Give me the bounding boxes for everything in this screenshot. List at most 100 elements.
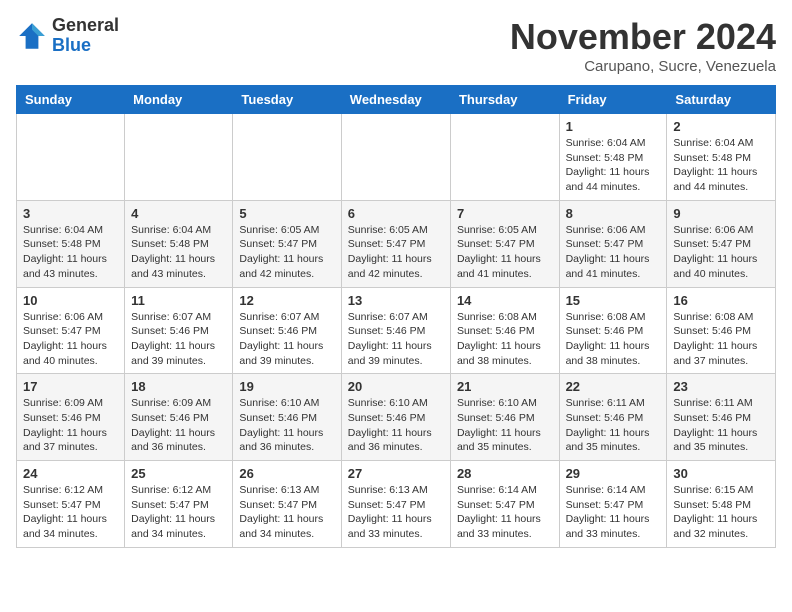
location: Carupano, Sucre, Venezuela bbox=[510, 58, 776, 75]
day-number: 5 bbox=[239, 206, 334, 221]
day-number: 7 bbox=[457, 206, 553, 221]
day-info: Sunrise: 6:06 AM Sunset: 5:47 PM Dayligh… bbox=[673, 223, 769, 282]
calendar-cell: 21Sunrise: 6:10 AM Sunset: 5:46 PM Dayli… bbox=[450, 374, 559, 461]
day-info: Sunrise: 6:09 AM Sunset: 5:46 PM Dayligh… bbox=[131, 396, 226, 455]
day-number: 26 bbox=[239, 466, 334, 481]
day-number: 18 bbox=[131, 379, 226, 394]
day-info: Sunrise: 6:10 AM Sunset: 5:46 PM Dayligh… bbox=[239, 396, 334, 455]
day-info: Sunrise: 6:06 AM Sunset: 5:47 PM Dayligh… bbox=[566, 223, 661, 282]
calendar-cell: 17 Sunrise: 6:09 AM Sunset: 5:46 PM Dayli… bbox=[17, 374, 125, 461]
calendar-cell: 7 Sunrise: 6:05 AM Sunset: 5:47 PM Daylig… bbox=[450, 200, 559, 287]
day-info: Sunrise: 6:12 AM Sunset: 5:47 PM Dayligh… bbox=[131, 483, 226, 542]
day-number: 9 bbox=[673, 206, 769, 221]
calendar-cell: 24Sunrise: 6:12 AM Sunset: 5:47 PM Dayli… bbox=[17, 461, 125, 548]
calendar-cell: 13 Sunrise: 6:07 AM Sunset: 5:46 PM Dayli… bbox=[341, 287, 450, 374]
calendar-cell: 10 Sunrise: 6:06 AM Sunset: 5:47 PM Dayli… bbox=[17, 287, 125, 374]
day-number: 14 bbox=[457, 293, 553, 308]
day-number: 19 bbox=[239, 379, 334, 394]
day-number: 25 bbox=[131, 466, 226, 481]
day-info: Sunrise: 6:06 AM Sunset: 5:47 PM Dayligh… bbox=[23, 310, 118, 369]
day-info: Sunrise: 6:15 AM Sunset: 5:48 PM Dayligh… bbox=[673, 483, 769, 542]
day-info: Sunrise: 6:08 AM Sunset: 5:46 PM Dayligh… bbox=[673, 310, 769, 369]
logo: General Blue bbox=[16, 16, 119, 56]
day-number: 29 bbox=[566, 466, 661, 481]
weekday-header: Saturday bbox=[667, 86, 776, 114]
day-info: Sunrise: 6:04 AM Sunset: 5:48 PM Dayligh… bbox=[23, 223, 118, 282]
weekday-header: Friday bbox=[559, 86, 667, 114]
day-number: 10 bbox=[23, 293, 118, 308]
day-info: Sunrise: 6:12 AM Sunset: 5:47 PM Dayligh… bbox=[23, 483, 118, 542]
day-info: Sunrise: 6:11 AM Sunset: 5:46 PM Dayligh… bbox=[673, 396, 769, 455]
calendar-body: 1 Sunrise: 6:04 AM Sunset: 5:48 PM Daylig… bbox=[17, 114, 776, 548]
day-number: 6 bbox=[348, 206, 444, 221]
calendar-cell: 1 Sunrise: 6:04 AM Sunset: 5:48 PM Daylig… bbox=[559, 114, 667, 201]
calendar-cell: 5 Sunrise: 6:05 AM Sunset: 5:47 PM Daylig… bbox=[233, 200, 341, 287]
calendar-table: SundayMondayTuesdayWednesdayThursdayFrid… bbox=[16, 85, 776, 548]
day-info: Sunrise: 6:13 AM Sunset: 5:47 PM Dayligh… bbox=[348, 483, 444, 542]
weekday-header: Sunday bbox=[17, 86, 125, 114]
calendar-cell: 18 Sunrise: 6:09 AM Sunset: 5:46 PM Dayli… bbox=[125, 374, 233, 461]
day-info: Sunrise: 6:05 AM Sunset: 5:47 PM Dayligh… bbox=[457, 223, 553, 282]
page-header: General Blue November 2024 Carupano, Suc… bbox=[16, 16, 776, 75]
month-title: November 2024 bbox=[510, 16, 776, 58]
calendar-cell: 19 Sunrise: 6:10 AM Sunset: 5:46 PM Dayli… bbox=[233, 374, 341, 461]
calendar-cell: 26 Sunrise: 6:13 AM Sunset: 5:47 PM Dayli… bbox=[233, 461, 341, 548]
calendar-cell: 9 Sunrise: 6:06 AM Sunset: 5:47 PM Daylig… bbox=[667, 200, 776, 287]
calendar-week-row: 17 Sunrise: 6:09 AM Sunset: 5:46 PM Dayli… bbox=[17, 374, 776, 461]
logo-icon bbox=[16, 20, 48, 52]
day-number: 2 bbox=[673, 119, 769, 134]
day-info: Sunrise: 6:07 AM Sunset: 5:46 PM Dayligh… bbox=[348, 310, 444, 369]
day-info: Sunrise: 6:10 AM Sunset: 5:46 PM Dayligh… bbox=[348, 396, 444, 455]
day-number: 21 bbox=[457, 379, 553, 394]
day-number: 23 bbox=[673, 379, 769, 394]
day-info: Sunrise: 6:04 AM Sunset: 5:48 PM Dayligh… bbox=[131, 223, 226, 282]
calendar-cell: 23 Sunrise: 6:11 AM Sunset: 5:46 PM Dayli… bbox=[667, 374, 776, 461]
weekday-header: Wednesday bbox=[341, 86, 450, 114]
calendar-cell: 2 Sunrise: 6:04 AM Sunset: 5:48 PM Daylig… bbox=[667, 114, 776, 201]
day-number: 16 bbox=[673, 293, 769, 308]
calendar-cell: 16 Sunrise: 6:08 AM Sunset: 5:46 PM Dayli… bbox=[667, 287, 776, 374]
day-info: Sunrise: 6:05 AM Sunset: 5:47 PM Dayligh… bbox=[239, 223, 334, 282]
day-info: Sunrise: 6:04 AM Sunset: 5:48 PM Dayligh… bbox=[673, 136, 769, 195]
weekday-header-row: SundayMondayTuesdayWednesdayThursdayFrid… bbox=[17, 86, 776, 114]
calendar-cell bbox=[341, 114, 450, 201]
calendar-cell bbox=[125, 114, 233, 201]
day-info: Sunrise: 6:07 AM Sunset: 5:46 PM Dayligh… bbox=[131, 310, 226, 369]
weekday-header: Tuesday bbox=[233, 86, 341, 114]
calendar-week-row: 24Sunrise: 6:12 AM Sunset: 5:47 PM Dayli… bbox=[17, 461, 776, 548]
day-number: 17 bbox=[23, 379, 118, 394]
day-number: 11 bbox=[131, 293, 226, 308]
calendar-cell: 25 Sunrise: 6:12 AM Sunset: 5:47 PM Dayli… bbox=[125, 461, 233, 548]
calendar-week-row: 3Sunrise: 6:04 AM Sunset: 5:48 PM Daylig… bbox=[17, 200, 776, 287]
day-number: 30 bbox=[673, 466, 769, 481]
day-number: 8 bbox=[566, 206, 661, 221]
calendar-cell: 6Sunrise: 6:05 AM Sunset: 5:47 PM Daylig… bbox=[341, 200, 450, 287]
day-number: 27 bbox=[348, 466, 444, 481]
day-number: 12 bbox=[239, 293, 334, 308]
calendar-cell bbox=[450, 114, 559, 201]
day-info: Sunrise: 6:14 AM Sunset: 5:47 PM Dayligh… bbox=[566, 483, 661, 542]
day-number: 20 bbox=[348, 379, 444, 394]
day-number: 15 bbox=[566, 293, 661, 308]
calendar-cell: 3Sunrise: 6:04 AM Sunset: 5:48 PM Daylig… bbox=[17, 200, 125, 287]
calendar-cell bbox=[233, 114, 341, 201]
calendar-header: SundayMondayTuesdayWednesdayThursdayFrid… bbox=[17, 86, 776, 114]
day-info: Sunrise: 6:11 AM Sunset: 5:46 PM Dayligh… bbox=[566, 396, 661, 455]
day-info: Sunrise: 6:13 AM Sunset: 5:47 PM Dayligh… bbox=[239, 483, 334, 542]
day-number: 22 bbox=[566, 379, 661, 394]
day-number: 13 bbox=[348, 293, 444, 308]
calendar-week-row: 1 Sunrise: 6:04 AM Sunset: 5:48 PM Daylig… bbox=[17, 114, 776, 201]
weekday-header: Thursday bbox=[450, 86, 559, 114]
calendar-cell: 14Sunrise: 6:08 AM Sunset: 5:46 PM Dayli… bbox=[450, 287, 559, 374]
calendar-cell: 8 Sunrise: 6:06 AM Sunset: 5:47 PM Daylig… bbox=[559, 200, 667, 287]
day-info: Sunrise: 6:04 AM Sunset: 5:48 PM Dayligh… bbox=[566, 136, 661, 195]
logo-text: General Blue bbox=[52, 16, 119, 56]
title-block: November 2024 Carupano, Sucre, Venezuela bbox=[510, 16, 776, 75]
day-number: 1 bbox=[566, 119, 661, 134]
day-info: Sunrise: 6:14 AM Sunset: 5:47 PM Dayligh… bbox=[457, 483, 553, 542]
calendar-cell: 4Sunrise: 6:04 AM Sunset: 5:48 PM Daylig… bbox=[125, 200, 233, 287]
calendar-cell: 12Sunrise: 6:07 AM Sunset: 5:46 PM Dayli… bbox=[233, 287, 341, 374]
calendar-week-row: 10 Sunrise: 6:06 AM Sunset: 5:47 PM Dayli… bbox=[17, 287, 776, 374]
calendar-cell: 30 Sunrise: 6:15 AM Sunset: 5:48 PM Dayli… bbox=[667, 461, 776, 548]
day-info: Sunrise: 6:09 AM Sunset: 5:46 PM Dayligh… bbox=[23, 396, 118, 455]
